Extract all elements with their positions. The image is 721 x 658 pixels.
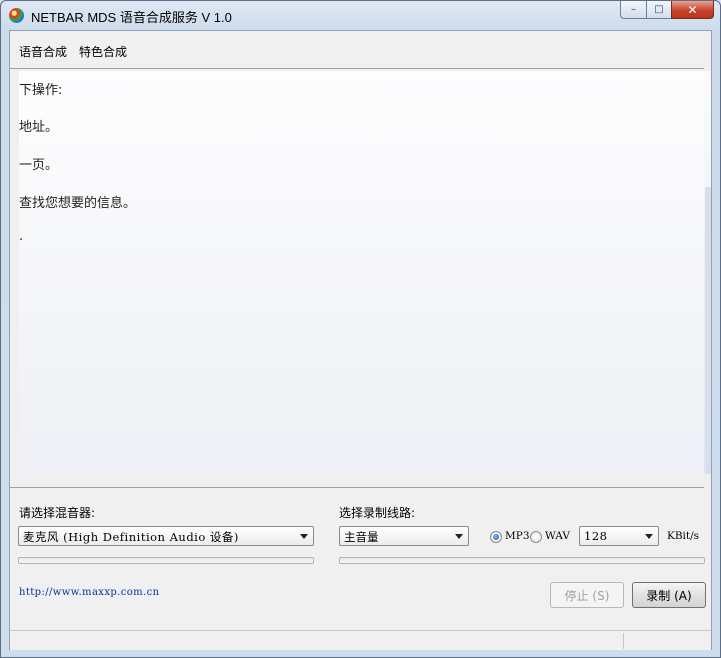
content-line: 一页。 [19,158,59,173]
maximize-button[interactable]: □ [646,1,671,19]
mixer-select-value: 麦克风 (High Definition Audio 设备) [23,530,239,544]
window-title: NETBAR MDS 语音合成服务 V 1.0 [31,10,232,25]
title-bar[interactable]: NETBAR MDS 语音合成服务 V 1.0 – □ ✕ [1,1,720,29]
menu-item-tts[interactable]: 语音合成 [19,43,67,60]
website-link[interactable]: http://www.maxxp.com.cn [19,587,159,598]
line-level-bar [339,557,705,564]
bitrate-unit: KBit/s [667,530,700,542]
bitrate-select[interactable]: 128 [579,526,659,546]
chevron-down-icon [455,534,463,539]
menu-item-special-tts[interactable]: 特色合成 [79,43,127,60]
chevron-down-icon [645,534,653,539]
menu-bar: 语音合成 特色合成 [10,31,711,69]
content-pane[interactable]: 下操作: 地址。 一页。 查找您想要的信息。 . [19,71,704,474]
content-line: 下操作: [19,83,63,98]
content-line: 地址。 [19,120,59,135]
client-area: 语音合成 特色合成 下操作: 地址。 一页。 查找您想要的信息。 . 请选择混音… [9,30,712,650]
chevron-down-icon [300,534,308,539]
bitrate-select-value: 128 [584,529,608,543]
app-icon[interactable] [9,8,24,23]
mp3-radio[interactable] [490,531,502,543]
record-line-select[interactable]: 主音量 [339,526,469,546]
record-button[interactable]: 录制 (A) [632,582,706,608]
mp3-radio-label[interactable]: MP3 [505,530,530,542]
status-pane-side [623,633,710,649]
app-window: NETBAR MDS 语音合成服务 V 1.0 – □ ✕ 语音合成 特色合成 … [0,0,721,658]
caption-buttons: – □ ✕ [620,1,714,20]
wav-radio-label[interactable]: WAV [545,530,570,542]
wav-radio[interactable] [530,531,542,543]
close-button[interactable]: ✕ [671,1,714,19]
section-divider [10,487,704,488]
menu-divider [10,68,704,69]
mixer-label: 请选择混音器: [19,506,96,520]
content-line: 查找您想要的信息。 [19,196,137,211]
stop-button[interactable]: 停止 (S) [550,582,624,608]
minimize-button[interactable]: – [620,1,646,19]
mixer-level-bar [18,557,314,564]
content-scrollbar[interactable] [704,71,711,474]
record-line-select-value: 主音量 [344,530,379,544]
status-bar [10,630,711,650]
mixer-select[interactable]: 麦克风 (High Definition Audio 设备) [18,526,314,546]
status-pane-main [10,633,622,649]
record-line-label: 选择录制线路: [339,506,416,520]
scrollbar-thumb[interactable] [705,187,711,474]
content-line: . [19,229,24,244]
